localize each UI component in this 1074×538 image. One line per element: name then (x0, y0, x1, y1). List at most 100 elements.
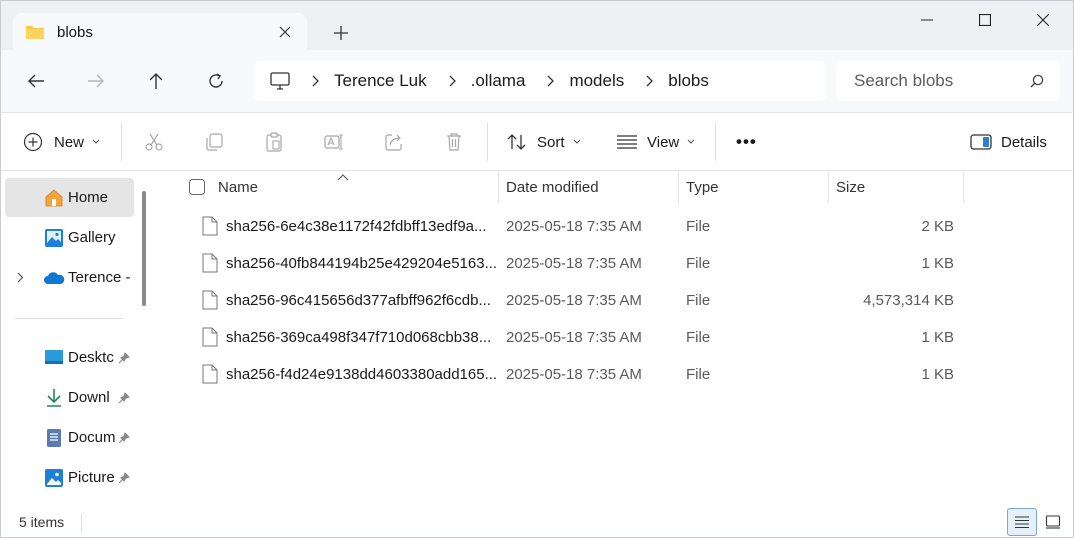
details-pane-icon (970, 134, 992, 150)
arrow-up-icon (149, 73, 163, 89)
file-icon (202, 356, 218, 392)
table-row[interactable]: sha256-f4d24e9138dd4603380add165... 2025… (195, 356, 975, 392)
column-header-size[interactable]: Size (836, 171, 865, 203)
new-tab-button[interactable] (327, 19, 355, 47)
file-size: 1 KB (921, 328, 954, 346)
chevron-right-icon[interactable] (646, 75, 654, 87)
back-button[interactable] (19, 64, 53, 98)
file-type: File (686, 217, 711, 235)
gallery-icon (43, 227, 65, 249)
sort-button[interactable]: Sort (506, 113, 581, 171)
file-icon (202, 245, 218, 281)
table-row[interactable]: sha256-6e4c38e1172f42fdbff13edf9a... 202… (195, 208, 975, 244)
breadcrumb-blobs[interactable]: blobs (668, 71, 709, 91)
search-box[interactable] (836, 61, 1060, 101)
forward-button[interactable] (79, 64, 113, 98)
item-count: 5 items (19, 514, 65, 530)
nav-scrollbar[interactable] (142, 191, 146, 306)
copy-icon[interactable] (203, 131, 225, 153)
desktop-icon (43, 347, 65, 369)
file-name: sha256-6e4c38e1172f42fdbff13edf9a... (226, 217, 487, 235)
sidebar-item-home[interactable]: Home (5, 178, 134, 217)
sidebar-item-label: Terence - (68, 269, 131, 286)
breadcrumb-models[interactable]: models (569, 71, 624, 91)
up-button[interactable] (139, 64, 173, 98)
download-icon (43, 387, 65, 409)
refresh-icon (209, 73, 223, 88)
table-row[interactable]: sha256-369ca498f347f710d068cbb38... 2025… (195, 319, 975, 355)
search-input[interactable] (854, 71, 1019, 91)
sidebar-item-pictures[interactable]: Picture (5, 458, 134, 497)
tab-blobs[interactable]: blobs (13, 13, 307, 51)
breadcrumb-ollama[interactable]: .ollama (471, 71, 526, 91)
sidebar-item-label: Downl (68, 389, 110, 406)
new-button[interactable]: New (23, 113, 100, 171)
select-all-checkbox[interactable] (189, 171, 205, 203)
details-view-icon (1015, 516, 1029, 529)
file-size: 1 KB (921, 254, 954, 272)
address-bar[interactable]: Terence Luk .ollama models blobs (254, 61, 826, 101)
sidebar-item-documents[interactable]: Docum (5, 418, 134, 457)
chevron-right-icon[interactable] (312, 75, 320, 87)
file-name: sha256-f4d24e9138dd4603380add165... (226, 365, 498, 383)
tiles-view-icon (1045, 515, 1061, 529)
chevron-down-icon (687, 137, 695, 148)
chevron-right-icon[interactable] (547, 75, 555, 87)
pin-icon (118, 351, 130, 368)
paste-icon[interactable] (263, 131, 285, 153)
minimize-button[interactable] (897, 1, 957, 39)
table-row[interactable]: sha256-40fb844194b25e429204e5163... 2025… (195, 245, 975, 281)
column-header-name[interactable]: Name (218, 171, 258, 203)
maximize-button[interactable] (955, 1, 1015, 39)
sidebar-item-label: Docum (68, 429, 116, 446)
file-size: 4,573,314 KB (863, 291, 954, 309)
file-date: 2025-05-18 7:35 AM (506, 254, 642, 272)
breadcrumb-terence-luk[interactable]: Terence Luk (334, 71, 427, 91)
column-name-label: Name (218, 178, 259, 196)
sidebar-item-gallery[interactable]: Gallery (5, 218, 134, 257)
status-bar: 5 items (0, 506, 1074, 538)
sidebar-item-label: Home (68, 189, 109, 206)
sidebar-item-desktop[interactable]: Desktc (5, 338, 134, 377)
close-tab-icon[interactable] (275, 22, 295, 42)
details-view-button[interactable] (1007, 508, 1037, 536)
share-icon[interactable] (383, 131, 405, 153)
sidebar-item-onedrive[interactable]: Terence - (5, 258, 134, 297)
column-header-type[interactable]: Type (686, 171, 719, 203)
sort-icon (507, 134, 526, 150)
sidebar-item-label: Picture (68, 469, 115, 486)
column-type-label: Type (686, 178, 719, 196)
details-button[interactable]: Details (970, 113, 1047, 171)
large-icons-view-button[interactable] (1038, 508, 1068, 536)
plus-circle-icon (23, 132, 43, 152)
chevron-right-icon[interactable] (13, 267, 27, 289)
file-type: File (686, 328, 711, 346)
chevron-down-icon (92, 137, 100, 148)
sidebar-item-downloads[interactable]: Downl (5, 378, 134, 417)
arrow-left-icon (28, 74, 44, 88)
close-window-button[interactable] (1013, 1, 1073, 39)
folder-icon (26, 26, 44, 39)
cut-icon[interactable] (143, 131, 165, 153)
file-name: sha256-40fb844194b25e429204e5163... (226, 254, 498, 272)
tab-title: blobs (57, 23, 93, 41)
checkbox-icon (189, 179, 205, 195)
delete-icon[interactable] (443, 131, 465, 153)
chevron-right-icon[interactable] (449, 75, 457, 87)
refresh-button[interactable] (199, 64, 233, 98)
view-button[interactable]: View (616, 113, 695, 171)
column-header-date[interactable]: Date modified (506, 171, 599, 203)
file-date: 2025-05-18 7:35 AM (506, 328, 642, 346)
file-name: sha256-96c415656d377afbff962f6cdb... (226, 291, 491, 309)
file-list: Name Date modified Type Size sha256-6e4c… (155, 171, 1074, 506)
view-list-icon (617, 135, 637, 149)
this-pc-icon[interactable] (270, 72, 290, 90)
file-type: File (686, 365, 711, 383)
command-bar: New Sort View ••• Details (0, 112, 1074, 171)
file-icon (202, 282, 218, 318)
rename-icon[interactable] (323, 131, 345, 153)
search-icon[interactable] (1030, 74, 1044, 91)
more-options-button[interactable]: ••• (736, 113, 757, 171)
table-row[interactable]: sha256-96c415656d377afbff962f6cdb... 202… (195, 282, 975, 318)
pin-icon (118, 431, 130, 448)
